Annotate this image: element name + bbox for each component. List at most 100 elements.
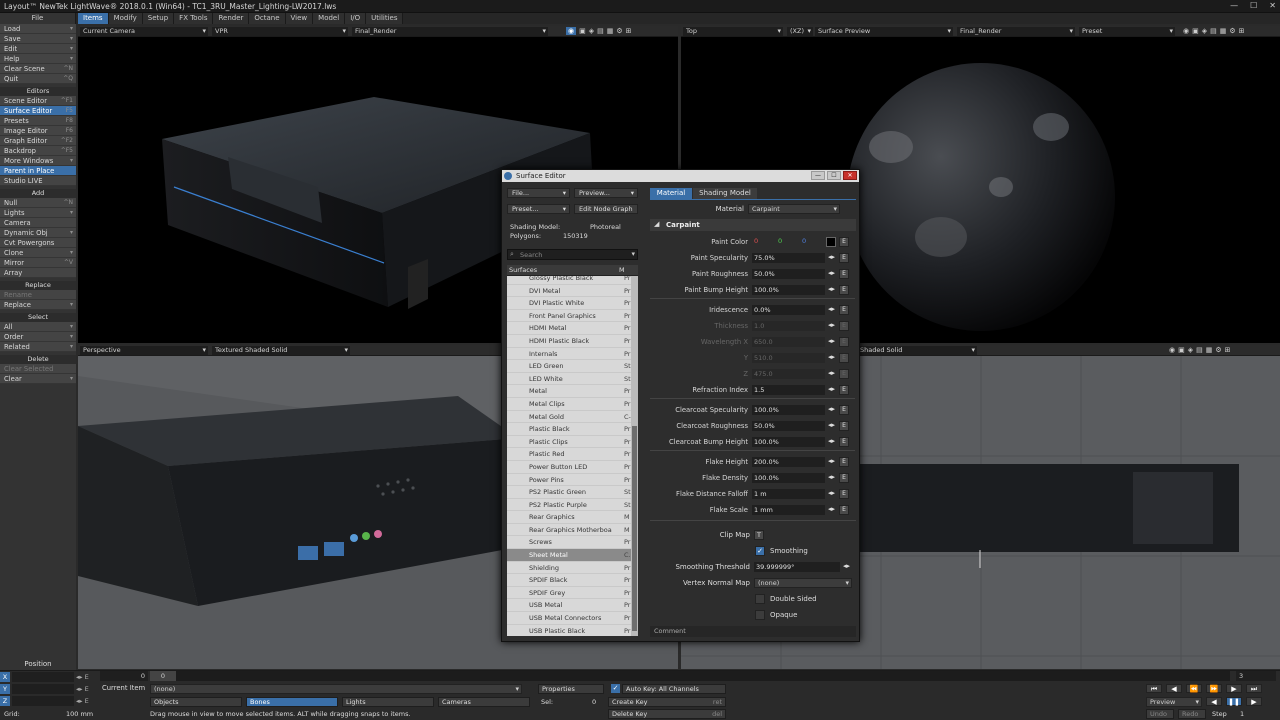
maximize-icon[interactable]: ☐ [827, 171, 841, 180]
list-item[interactable]: USB Metal Pr [507, 599, 631, 613]
render-select[interactable]: Final_Render [352, 27, 548, 36]
tab-octane[interactable]: Octane [249, 13, 286, 24]
maximize-button[interactable]: ☐ [1250, 1, 1257, 10]
list-item[interactable]: Power Button LED Pr [507, 461, 631, 474]
envelope-button[interactable]: E [839, 505, 849, 515]
btn-mirror[interactable]: Mirror ^V [0, 258, 76, 268]
tab-model[interactable]: Model [313, 13, 346, 24]
viewport-controls-icons-br[interactable]: ◉ ▣ ◈ ▤ ▦ ⚙ ⊞ [1169, 346, 1231, 354]
opaque-checkbox[interactable] [755, 610, 765, 620]
frame-start-field[interactable]: 0 [100, 671, 148, 681]
list-item[interactable]: Rear Graphics M [507, 511, 631, 524]
vertex-normal-map-select[interactable]: (none) [754, 578, 852, 588]
list-item[interactable]: USB Plastic Black Pr [507, 625, 631, 636]
list-item[interactable]: Screws Pr [507, 536, 631, 550]
property-value-field[interactable]: 100.0% [752, 437, 825, 447]
axis-z-envelope-icon[interactable]: ◂▸ E [76, 696, 96, 706]
btn-studio-live[interactable]: Studio LIVE [0, 176, 76, 186]
previous-frame-icon[interactable]: ⏪ [1186, 684, 1202, 693]
btn-image-editor[interactable]: Image Editor F6 [0, 126, 76, 136]
envelope-arrows-icon[interactable]: ◂▸ [828, 353, 835, 361]
tab-shading-model[interactable]: Shading Model [693, 188, 757, 199]
property-value-field[interactable]: 0.0% [752, 305, 825, 315]
clip-map-button[interactable]: T [754, 530, 764, 540]
paint-color-b[interactable]: 0 [802, 237, 806, 245]
list-item[interactable]: Metal Pr [507, 385, 631, 398]
btn-edit[interactable]: Edit ▾ [0, 44, 76, 54]
tab-i-o[interactable]: I/O [345, 13, 367, 24]
tab-utilities[interactable]: Utilities [366, 13, 404, 24]
tab-render[interactable]: Render [213, 13, 250, 24]
redo-button[interactable]: Redo [1178, 709, 1206, 719]
vpr-select[interactable]: VPR [212, 27, 348, 36]
current-item-select[interactable]: (none) [150, 684, 522, 694]
btn-clear[interactable]: Clear ▾ [0, 374, 76, 384]
go-to-end-icon[interactable]: ⏭ [1246, 684, 1262, 693]
property-value-field[interactable]: 100.0% [752, 285, 825, 295]
axis-y-field[interactable] [12, 684, 74, 694]
envelope-button[interactable]: E [839, 269, 849, 279]
list-item[interactable]: Internals Pr [507, 348, 631, 361]
property-value-field[interactable]: 1.5 [752, 385, 825, 395]
double-sided-checkbox[interactable] [755, 594, 765, 604]
property-value-field[interactable]: 510.0 [752, 353, 825, 363]
list-item[interactable]: PS2 Plastic Green St [507, 486, 631, 499]
timeline-slider[interactable]: 0 [150, 671, 1230, 681]
auto-key-checkbox[interactable]: ✓ [611, 684, 620, 693]
render-mode-select[interactable]: Textured Shaded Solid [212, 346, 350, 355]
tab-modify[interactable]: Modify [108, 13, 143, 24]
btn-array[interactable]: Array [0, 268, 76, 278]
btn-quit[interactable]: Quit ^Q [0, 74, 76, 84]
list-item[interactable]: USB Metal Connectors Pr [507, 612, 631, 625]
tab-view[interactable]: View [285, 13, 314, 24]
envelope-arrows-icon[interactable]: ◂▸ [828, 473, 835, 481]
list-item[interactable]: Metal Clips Pr [507, 398, 631, 411]
paint-color-envelope-button[interactable]: E [839, 237, 849, 247]
close-button[interactable]: ✕ [1269, 1, 1276, 10]
property-value-field[interactable]: 475.0 [752, 369, 825, 379]
list-item[interactable]: PS2 Plastic Purple St [507, 499, 631, 512]
property-value-field[interactable]: 75.0% [752, 253, 825, 263]
envelope-arrows-icon[interactable]: ◂▸ [828, 421, 835, 429]
surface-editor-titlebar[interactable]: Surface Editor — ☐ ✕ [502, 170, 859, 182]
preset-select[interactable]: Preset [1079, 27, 1175, 36]
btn-scene-editor[interactable]: Scene Editor ^F1 [0, 96, 76, 106]
minimize-icon[interactable]: — [811, 171, 825, 180]
list-item[interactable]: Plastic Clips Pr [507, 436, 631, 449]
smoothing-checkbox[interactable]: ✓ [755, 546, 765, 556]
btn-save[interactable]: Save ▾ [0, 34, 76, 44]
render-select-top[interactable]: Final_Render [957, 27, 1075, 36]
delete-key-button[interactable]: Delete Key del [608, 709, 726, 719]
tab-material[interactable]: Material [650, 188, 692, 199]
envelope-button[interactable]: E [839, 305, 849, 315]
create-key-button[interactable]: Create Key ret [608, 697, 726, 707]
bones-button[interactable]: Bones [246, 697, 338, 707]
envelope-arrows-icon[interactable]: ◂▸ [828, 405, 835, 413]
next-frame-icon[interactable]: ⏩ [1206, 684, 1222, 693]
lights-button[interactable]: Lights [342, 697, 434, 707]
list-item[interactable]: DVI Metal Pr [507, 285, 631, 298]
list-item[interactable]: SPDIF Black Pr [507, 574, 631, 587]
play-icon[interactable]: ▶ [1246, 697, 1262, 706]
btn-null[interactable]: Null ^N [0, 198, 76, 208]
property-value-field[interactable]: 200.0% [752, 457, 825, 467]
next-key-icon[interactable]: ▶ [1226, 684, 1242, 693]
carpaint-group-header[interactable]: ◢ Carpaint [650, 219, 856, 231]
file-dropdown[interactable]: File... [507, 188, 570, 198]
btn-load[interactable]: Load ▾ [0, 24, 76, 34]
envelope-arrows-icon[interactable]: ◂▸ [828, 457, 835, 465]
envelope-arrows-icon[interactable]: ◂▸ [828, 369, 835, 377]
tab-setup[interactable]: Setup [142, 13, 175, 24]
surface-preview-select[interactable]: Surface Preview [815, 27, 953, 36]
edit-node-graph-button[interactable]: Edit Node Graph [574, 204, 638, 214]
comment-field[interactable]: Comment [650, 626, 856, 637]
play-reverse-icon[interactable]: ◀ [1206, 697, 1222, 706]
axis-x-envelope-icon[interactable]: ◂▸ E [76, 672, 96, 682]
axis-select[interactable]: (XZ) [787, 27, 813, 36]
properties-button[interactable]: Properties [538, 684, 604, 694]
paint-color-r[interactable]: 0 [754, 237, 758, 245]
envelope-button[interactable]: E [839, 253, 849, 263]
btn-parent-in-place[interactable]: Parent in Place [0, 166, 76, 176]
close-icon[interactable]: ✕ [843, 171, 857, 180]
preview-select[interactable]: Preview [1146, 697, 1202, 707]
